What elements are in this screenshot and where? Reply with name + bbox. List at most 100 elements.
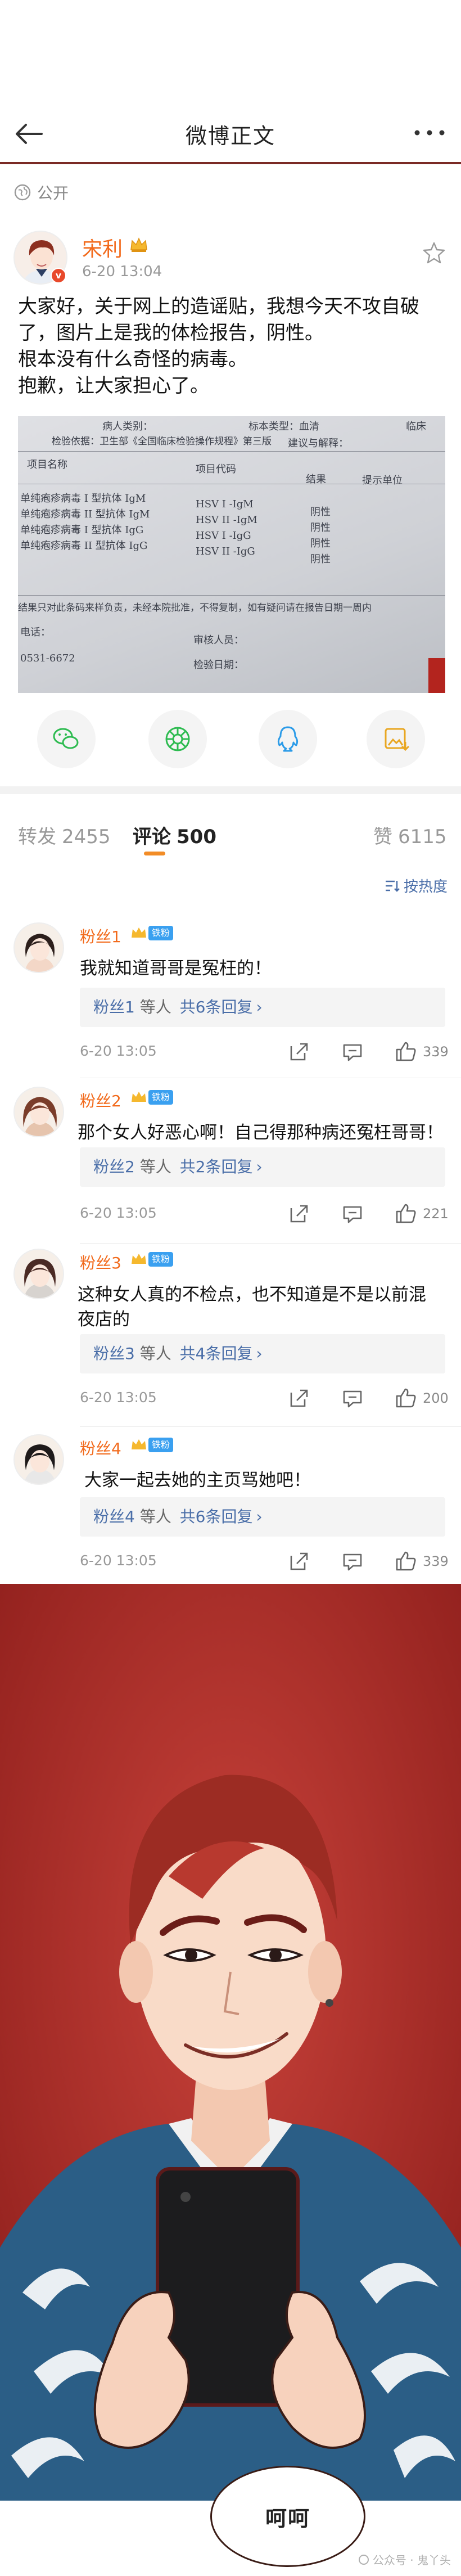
- fan-badge: 铁粉: [148, 926, 174, 940]
- comment-icon[interactable]: [342, 1042, 363, 1062]
- forward-icon[interactable]: [289, 1551, 309, 1571]
- comment-icon[interactable]: [342, 1204, 363, 1224]
- speech-bubble: 呵呵: [210, 2466, 365, 2567]
- commenter-name[interactable]: 粉丝2: [80, 1089, 121, 1111]
- commenter-avatar[interactable]: [13, 1434, 64, 1485]
- commenter-avatar[interactable]: [13, 1249, 64, 1299]
- commenter-name[interactable]: 粉丝1: [80, 925, 121, 947]
- comment-actions: 6-20 13:05 339: [80, 1550, 449, 1573]
- like-count: 339: [423, 1553, 449, 1569]
- like-count: 221: [423, 1206, 449, 1222]
- qq-share-button[interactable]: [259, 710, 317, 768]
- view-replies-button[interactable]: 粉丝3 等人 共4条回复 ›: [80, 1334, 445, 1373]
- comment-time: 6-20 13:05: [80, 1205, 157, 1221]
- comment-text: 我就知道哥哥是冤枉的！: [80, 958, 272, 979]
- forward-icon[interactable]: [289, 1388, 309, 1408]
- commenter-name[interactable]: 粉丝3: [80, 1251, 121, 1273]
- like-count: 339: [423, 1044, 449, 1060]
- visibility-indicator: 公开: [13, 181, 69, 204]
- app-header: 微博正文: [0, 0, 461, 164]
- save-image-button[interactable]: [367, 710, 425, 768]
- moments-icon: [165, 727, 190, 751]
- tab-reposts-label: 转发: [18, 826, 56, 848]
- view-replies-button[interactable]: 粉丝2 等人 共2条回复 ›: [80, 1147, 445, 1187]
- view-replies-button[interactable]: 粉丝4 等人 共6条回复 ›: [80, 1497, 445, 1537]
- report-row-code: HSV II -IgG: [196, 546, 255, 557]
- crown-icon: [132, 927, 146, 938]
- view-replies-button[interactable]: 粉丝1 等人 共6条回复 ›: [80, 988, 445, 1027]
- chevron-right-icon: ›: [256, 998, 263, 1016]
- post-body: 大家好，关于网上的造谣贴，我想今天不攻自破 了，图片上是我的体检报告，阴性。 根…: [18, 294, 451, 399]
- comment-actions: 6-20 13:05 339: [80, 1041, 449, 1063]
- report-row-result: 阴性: [310, 553, 331, 565]
- back-arrow-icon[interactable]: [12, 118, 46, 150]
- moments-share-button[interactable]: [148, 710, 207, 768]
- report-advice: 建议与解释：: [288, 438, 349, 449]
- comic-illustration: [0, 1584, 461, 2501]
- post-tabs: 转发 2455 评论 500 赞 6115: [0, 799, 461, 861]
- report-row-code: HSV II -IgM: [196, 514, 257, 526]
- like-thumb-icon[interactable]: [395, 1041, 417, 1062]
- qq-icon: [277, 726, 299, 752]
- comment-text: 大家一起去她的主页骂她吧！: [84, 1470, 311, 1490]
- forward-icon[interactable]: [289, 1204, 309, 1224]
- like-count: 200: [423, 1390, 449, 1406]
- report-col-unit: 提示单位: [362, 475, 403, 487]
- comment-separator: [80, 1243, 461, 1244]
- crown-icon: [132, 1092, 146, 1102]
- commenter-avatar[interactable]: [13, 922, 64, 973]
- tab-likes-count: 6115: [398, 826, 447, 848]
- comment-item: 粉丝1 铁粉 我就知道哥哥是冤枉的！ 粉丝1 等人 共6条回复 › 6-20 13…: [0, 922, 461, 1080]
- reply-count: 共6条回复: [179, 998, 253, 1016]
- comment-text: 那个女人好恶心啊！自己得那种病还冤枉哥哥！: [78, 1123, 444, 1143]
- commenter-name[interactable]: 粉丝4: [80, 1436, 121, 1459]
- comment-item: 粉丝2 铁粉 那个女人好恶心啊！自己得那种病还冤枉哥哥！ 粉丝2 等人 共2条回…: [0, 1087, 461, 1250]
- medical-report-image[interactable]: 病人类别： 标本类型：血清 临床 检验依据：卫生部《全国临床检验操作规程》第三版…: [18, 416, 445, 693]
- reply-connector: 等人: [134, 998, 177, 1016]
- tab-likes-label: 赞: [373, 826, 392, 848]
- save-image-icon: [385, 728, 410, 751]
- comment-time: 6-20 13:05: [80, 1043, 157, 1059]
- tab-comments-count: 500: [177, 826, 216, 848]
- crown-icon: [132, 1254, 146, 1264]
- chevron-right-icon: ›: [256, 1344, 263, 1363]
- reply-connector: 等人: [134, 1158, 177, 1176]
- tab-comments[interactable]: 评论 500: [133, 821, 216, 849]
- report-clinical: 临床: [406, 421, 426, 433]
- reply-author: 粉丝2: [93, 1158, 135, 1176]
- section-divider: [0, 786, 461, 794]
- report-footer: 结果只对此条码来样负责，未经本院批准，不得复制，如有疑问请在报告日期一周内: [18, 602, 372, 614]
- comment-item: 粉丝3 铁粉 这种女人真的不检点，也不知道是不是以前混夜店的 粉丝3 等人 共4…: [0, 1249, 461, 1434]
- like-thumb-icon[interactable]: [395, 1203, 417, 1224]
- post-text-line: 了，图片上是我的体检报告，阴性。: [18, 322, 324, 344]
- report-phone-label: 电话：: [20, 627, 51, 638]
- nav-bar: 微博正文: [0, 106, 461, 162]
- report-col-code: 项目代码: [196, 463, 236, 475]
- favorite-star-icon[interactable]: [422, 241, 446, 265]
- author-name[interactable]: 宋利: [82, 233, 123, 262]
- sort-by-hot-button[interactable]: 按热度: [385, 875, 448, 896]
- reply-connector: 等人: [134, 1344, 177, 1363]
- wechat-share-button[interactable]: [37, 710, 96, 768]
- fan-badges: 铁粉: [130, 1090, 174, 1105]
- chevron-right-icon: ›: [256, 1158, 263, 1176]
- like-thumb-icon[interactable]: [395, 1387, 417, 1408]
- tab-reposts[interactable]: 转发 2455: [18, 821, 111, 849]
- post-text-line: 抱歉，让大家担心了。: [18, 375, 209, 397]
- globe-icon: [14, 184, 31, 201]
- fan-badge: 铁粉: [148, 1252, 174, 1267]
- comment-icon[interactable]: [342, 1388, 363, 1408]
- report-category: 病人类别：: [102, 421, 153, 433]
- tab-likes[interactable]: 赞 6115: [373, 821, 447, 849]
- commenter-avatar[interactable]: [13, 1087, 64, 1137]
- comment-text: 这种女人真的不检点，也不知道是不是以前混夜店的: [78, 1285, 426, 1330]
- comment-icon[interactable]: [342, 1551, 363, 1571]
- forward-icon[interactable]: [289, 1042, 309, 1062]
- like-thumb-icon[interactable]: [395, 1550, 417, 1571]
- comic-panel: [0, 1584, 461, 2501]
- more-options-icon[interactable]: [412, 121, 448, 144]
- reply-author: 粉丝4: [93, 1507, 135, 1526]
- reply-author: 粉丝3: [93, 1344, 135, 1363]
- fan-badge: 铁粉: [148, 1090, 174, 1105]
- wechat-official-icon: [358, 2554, 369, 2565]
